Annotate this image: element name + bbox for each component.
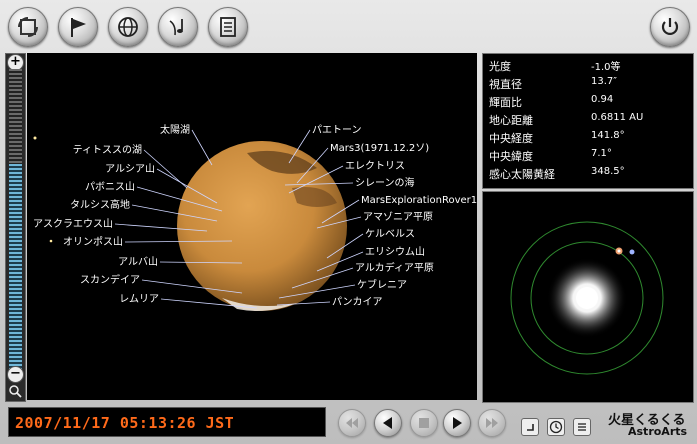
info-value: 348.5° bbox=[591, 166, 625, 177]
mars-planet bbox=[177, 141, 347, 311]
info-value: 13.7″ bbox=[591, 76, 618, 87]
notes-button[interactable] bbox=[208, 7, 248, 47]
leader-line bbox=[191, 129, 213, 166]
stop-icon bbox=[419, 418, 429, 428]
map-label[interactable]: ケルベルス bbox=[365, 228, 415, 240]
star bbox=[49, 239, 53, 243]
flag-button[interactable] bbox=[58, 7, 98, 47]
clock-icon bbox=[549, 420, 563, 434]
orbit-diagram bbox=[510, 221, 664, 375]
info-label: 地心距離 bbox=[489, 114, 533, 127]
map-label[interactable]: パエトーン bbox=[312, 124, 362, 136]
map-label[interactable]: アルシア山 bbox=[105, 163, 155, 175]
music-button[interactable] bbox=[158, 7, 198, 47]
info-label: 中央経度 bbox=[489, 132, 533, 145]
zoom-out-button[interactable]: − bbox=[7, 366, 24, 383]
zoom-level-fill bbox=[9, 164, 22, 369]
info-row: 光度 -1.0等 bbox=[489, 58, 687, 75]
mars-globe-svg: 太陽湖ティトススの湖アルシア山パボニス山タルシス高地アスクラエウス山オリンポス山… bbox=[33, 123, 477, 311]
info-label: 視直径 bbox=[489, 78, 522, 91]
sun bbox=[576, 287, 598, 309]
corner-button[interactable] bbox=[521, 418, 539, 436]
corner-arrow-icon bbox=[527, 424, 534, 431]
map-label[interactable]: 太陽湖 bbox=[160, 123, 190, 136]
map-label[interactable]: アスクラエウス山 bbox=[33, 218, 113, 230]
map-label[interactable]: レムリア bbox=[119, 293, 159, 305]
map-label[interactable]: パボニス山 bbox=[85, 181, 135, 193]
fast-forward-button[interactable] bbox=[478, 409, 506, 437]
map-label[interactable]: シレーンの海 bbox=[355, 176, 415, 189]
info-row: 輝面比 0.94 bbox=[489, 94, 687, 111]
map-label[interactable]: エレクトリス bbox=[345, 160, 405, 172]
globe-icon bbox=[118, 17, 138, 37]
mars-globe-view[interactable]: 太陽湖ティトススの湖アルシア山パボニス山タルシス高地アスクラエウス山オリンポス山… bbox=[27, 53, 477, 400]
info-row: 中央経度 141.8° bbox=[489, 130, 687, 147]
rewind-icon bbox=[346, 418, 358, 428]
play-reverse-icon bbox=[383, 417, 392, 429]
info-value: 0.6811 AU bbox=[591, 112, 644, 123]
info-value: 0.94 bbox=[591, 94, 614, 105]
stop-button[interactable] bbox=[410, 409, 438, 437]
map-label[interactable]: オリンポス山 bbox=[63, 236, 123, 248]
rotate-view-button[interactable] bbox=[8, 7, 48, 47]
info-label: 輝面比 bbox=[489, 96, 522, 109]
datetime-display[interactable]: 2007/11/17 05:13:26 JST bbox=[8, 407, 326, 437]
rewind-button[interactable] bbox=[338, 409, 366, 437]
map-label[interactable]: アルカディア平原 bbox=[355, 261, 434, 274]
flag-icon bbox=[71, 18, 86, 37]
info-value: -1.0等 bbox=[591, 62, 621, 73]
magnifier-icon bbox=[9, 385, 22, 398]
info-label: 中央緯度 bbox=[489, 150, 533, 163]
music-note-icon bbox=[169, 19, 183, 36]
clock-button[interactable] bbox=[547, 418, 565, 436]
map-label[interactable]: Mars3(1971.12.2ソ) bbox=[330, 143, 429, 154]
notepad-icon bbox=[220, 17, 236, 37]
map-label[interactable]: タルシス高地 bbox=[70, 198, 130, 211]
star bbox=[33, 136, 37, 140]
list-icon bbox=[578, 423, 586, 431]
power-icon bbox=[661, 18, 679, 35]
map-label[interactable]: MarsExplorationRover1( bbox=[361, 195, 477, 206]
info-row: 感心太陽黄経 348.5° bbox=[489, 166, 687, 183]
globe-button[interactable] bbox=[108, 7, 148, 47]
orbit-view[interactable] bbox=[482, 191, 694, 403]
map-label[interactable]: エリシウム山 bbox=[365, 246, 425, 258]
earth-position bbox=[629, 249, 635, 255]
map-label[interactable]: パンカイア bbox=[332, 296, 383, 308]
info-row: 視直径 13.7″ bbox=[489, 76, 687, 93]
info-label: 光度 bbox=[489, 60, 511, 73]
play-button[interactable] bbox=[443, 409, 471, 437]
map-label[interactable]: スカンデイア bbox=[80, 273, 140, 286]
info-value: 7.1° bbox=[591, 148, 612, 159]
info-row: 中央緯度 7.1° bbox=[489, 148, 687, 165]
info-label: 感心太陽黄経 bbox=[489, 168, 555, 181]
map-label[interactable]: アマゾニア平原 bbox=[363, 211, 433, 223]
fast-forward-icon bbox=[486, 418, 498, 428]
map-label[interactable]: ケブレニア bbox=[357, 278, 407, 291]
step-back-button[interactable] bbox=[374, 409, 402, 437]
brand-name: AstroArts bbox=[628, 425, 688, 438]
info-value: 141.8° bbox=[591, 130, 625, 141]
map-label[interactable]: アルバ山 bbox=[118, 256, 158, 268]
zoom-slider[interactable]: + − bbox=[5, 53, 26, 402]
info-panel: 光度 -1.0等視直径 13.7″ 輝面比 0.94 地心距離 0.6811 AU 中央経度 1… bbox=[482, 53, 694, 189]
rotate-frame-icon bbox=[18, 17, 38, 37]
info-row: 地心距離 0.6811 AU bbox=[489, 112, 687, 129]
list-button[interactable] bbox=[573, 418, 591, 436]
mars-position-core bbox=[617, 249, 621, 253]
map-label[interactable]: ティトススの湖 bbox=[73, 144, 142, 156]
play-icon bbox=[453, 417, 462, 429]
power-button[interactable] bbox=[650, 7, 690, 47]
